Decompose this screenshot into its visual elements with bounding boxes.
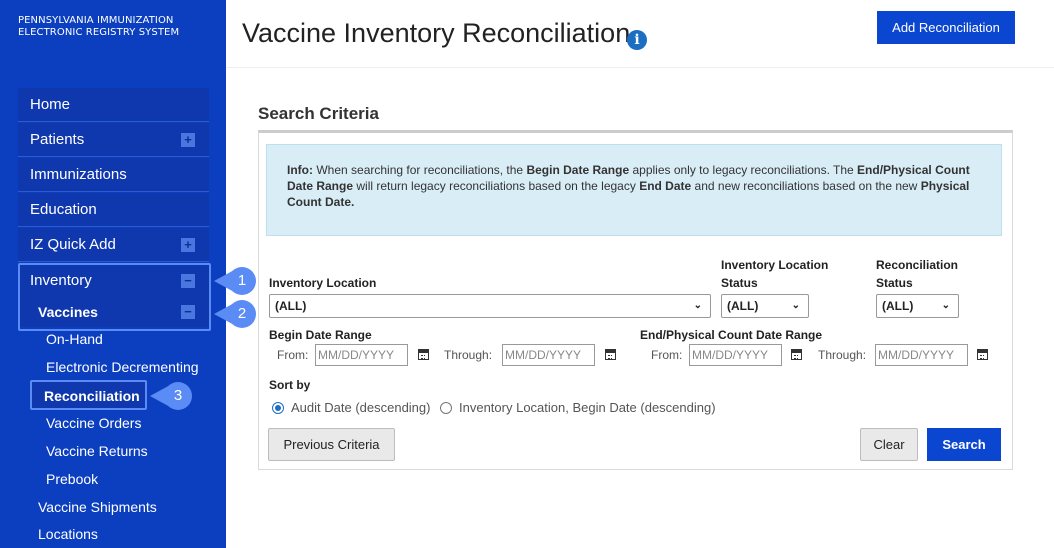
sidebar-item-patients[interactable]: Patients +	[18, 123, 209, 157]
info-text: and new reconciliations based on the new	[691, 179, 921, 193]
calendar-icon[interactable]	[418, 349, 429, 360]
sidebar-item-vaccine-shipments[interactable]: Vaccine Shipments	[18, 493, 209, 521]
sidebar-item-label: Education	[30, 201, 97, 218]
search-button[interactable]: Search	[927, 428, 1001, 461]
sort-inventory-location-radio[interactable]	[440, 402, 452, 414]
chevron-down-icon: ⌄	[941, 300, 950, 311]
end-from-date-input[interactable]: MM/DD/YYYY	[689, 344, 782, 366]
expand-icon[interactable]: +	[181, 133, 195, 147]
calendar-icon[interactable]	[605, 349, 616, 360]
end-from-label: From:	[651, 348, 683, 362]
begin-date-range-label: Begin Date Range	[269, 328, 372, 342]
chevron-down-icon: ⌄	[791, 300, 800, 311]
end-through-label: Through:	[818, 348, 867, 362]
info-icon[interactable]: i	[627, 30, 647, 50]
sidebar-item-label: On-Hand	[46, 331, 103, 347]
sidebar-item-locations[interactable]: Locations	[18, 520, 209, 548]
sidebar-item-label: Vaccine Shipments	[38, 499, 157, 515]
select-value: (ALL)	[275, 299, 307, 313]
sidebar-item-home[interactable]: Home	[18, 88, 209, 122]
sidebar-item-electronic-decrementing[interactable]: Electronic Decrementing	[18, 353, 209, 381]
callout-2: 2	[214, 300, 264, 328]
inventory-location-label: Inventory Location	[269, 276, 377, 290]
begin-through-date-input[interactable]: MM/DD/YYYY	[502, 344, 595, 366]
sidebar-item-label: Vaccine Returns	[46, 443, 148, 459]
callout-number: 3	[164, 382, 192, 410]
brand-line-1: PENNSYLVANIA IMMUNIZATION	[18, 15, 174, 26]
sidebar-item-immunizations[interactable]: Immunizations	[18, 158, 209, 192]
callout-3: 3	[150, 382, 200, 410]
calendar-icon[interactable]	[977, 349, 988, 360]
callout-1: 1	[214, 267, 264, 295]
sidebar-item-label: Home	[30, 96, 71, 113]
header-divider	[226, 67, 1054, 68]
info-text: will return legacy reconciliations based…	[353, 179, 640, 193]
callout-number: 2	[228, 300, 256, 328]
info-prefix: Info:	[287, 163, 313, 177]
sort-inventory-location-label[interactable]: Inventory Location, Begin Date (descendi…	[459, 401, 716, 415]
sidebar-item-vaccine-orders[interactable]: Vaccine Orders	[18, 409, 209, 437]
sort-by-label: Sort by	[269, 378, 311, 392]
select-value: (ALL)	[882, 299, 914, 313]
highlight-frame-inventory	[18, 263, 211, 331]
inventory-location-status-select[interactable]: (ALL) ⌄	[721, 294, 809, 318]
clear-button[interactable]: Clear	[860, 428, 918, 461]
sidebar-item-prebook[interactable]: Prebook	[18, 465, 209, 493]
inventory-location-status-label-line1: Inventory Location	[721, 258, 829, 272]
sidebar-item-label: Locations	[38, 526, 98, 542]
section-title: Search Criteria	[258, 104, 379, 123]
sidebar-item-education[interactable]: Education	[18, 193, 209, 227]
begin-through-label: Through:	[444, 348, 493, 362]
chevron-down-icon: ⌄	[693, 300, 702, 311]
expand-icon[interactable]: +	[181, 238, 195, 252]
select-value: (ALL)	[727, 299, 759, 313]
begin-from-date-input[interactable]: MM/DD/YYYY	[315, 344, 408, 366]
brand-line-2: ELECTRONIC REGISTRY SYSTEM	[18, 27, 180, 38]
reconciliation-status-select[interactable]: (ALL) ⌄	[876, 294, 959, 318]
info-text: applies only to legacy reconciliations. …	[629, 163, 858, 177]
sidebar-item-label: Vaccine Orders	[46, 415, 142, 431]
sidebar-item-vaccine-returns[interactable]: Vaccine Returns	[18, 437, 209, 465]
reconciliation-status-label-line1: Reconciliation	[876, 258, 959, 272]
inventory-location-status-label-line2: Status	[721, 276, 758, 290]
end-date-range-label: End/Physical Count Date Range	[640, 328, 823, 342]
calendar-icon[interactable]	[791, 349, 802, 360]
info-text: When searching for reconciliations, the	[313, 163, 527, 177]
end-through-date-input[interactable]: MM/DD/YYYY	[875, 344, 968, 366]
sort-audit-date-radio[interactable]	[272, 402, 284, 414]
sort-audit-date-label[interactable]: Audit Date (descending)	[291, 401, 430, 415]
sidebar-item-label: Prebook	[46, 471, 99, 487]
sidebar-item-iz-quick-add[interactable]: IZ Quick Add +	[18, 228, 209, 262]
highlight-frame-reconciliation	[30, 380, 147, 410]
registry-brand: PENNSYLVANIA IMMUNIZATION ELECTRONIC REG…	[18, 15, 179, 39]
page-title: Vaccine Inventory Reconciliation	[242, 18, 631, 48]
sidebar-item-label: Electronic Decrementing	[46, 359, 199, 375]
reconciliation-status-label-line2: Status	[876, 276, 913, 290]
begin-from-label: From:	[277, 348, 309, 362]
previous-criteria-button[interactable]: Previous Criteria	[268, 428, 395, 461]
sidebar-item-label: Patients	[30, 131, 85, 148]
info-bold: Begin Date Range	[526, 163, 630, 177]
inventory-location-select[interactable]: (ALL) ⌄	[269, 294, 711, 318]
add-reconciliation-button[interactable]: Add Reconciliation	[877, 11, 1015, 44]
callout-number: 1	[228, 267, 256, 295]
info-bold: End Date	[639, 179, 692, 193]
info-message: Info: When searching for reconciliations…	[266, 144, 1002, 236]
sidebar-item-label: IZ Quick Add	[30, 236, 116, 253]
sidebar-item-label: Immunizations	[30, 166, 127, 183]
